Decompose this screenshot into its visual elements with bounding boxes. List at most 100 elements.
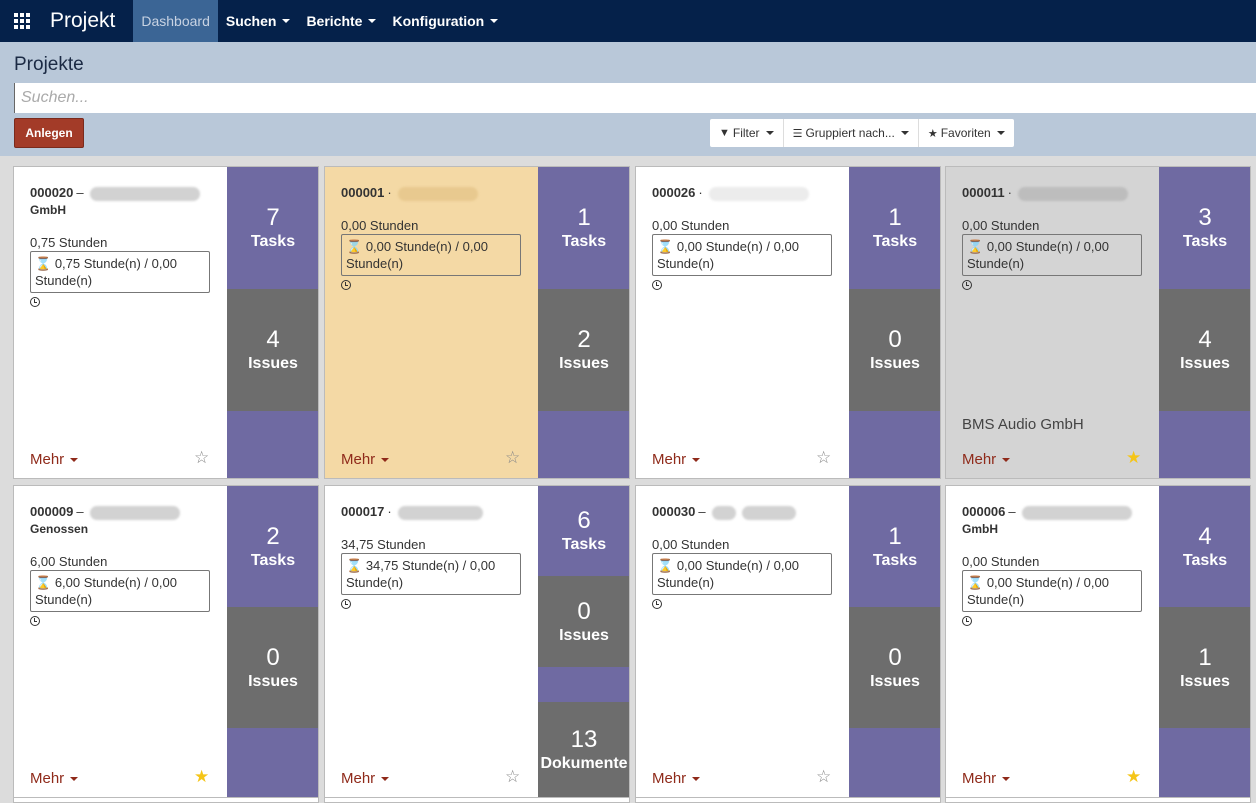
issues-count: 4 [266, 326, 280, 353]
nav-dashboard[interactable]: Dashboard [133, 0, 218, 42]
nav-suchen[interactable]: Suchen [218, 0, 299, 42]
documents-stat[interactable]: 13 Dokumente [538, 702, 629, 797]
more-dropdown[interactable]: Mehr [30, 451, 79, 468]
project-card[interactable]: 000009– Genossen 6,00 Stunden ⌛ 6,00 Stu… [13, 485, 319, 798]
favorite-star-icon[interactable]: ★ [1126, 768, 1141, 786]
favorite-star-icon[interactable]: ☆ [194, 449, 209, 467]
tasks-stat[interactable]: 2 Tasks [227, 486, 318, 607]
create-button[interactable]: Anlegen [14, 118, 84, 148]
card-stats: 1 Tasks 0 Issues [849, 167, 940, 478]
project-card[interactable]: 000011 · 0,00 Stunden ⌛ 0,00 Stunde(n) / … [945, 166, 1251, 479]
hours-box: ⌛ 0,00 Stunde(n) / 0,00 Stunde(n) [962, 570, 1142, 612]
favorite-star-icon[interactable]: ☆ [816, 768, 831, 786]
more-label: Mehr [341, 451, 376, 468]
favorite-star-icon[interactable]: ★ [1126, 449, 1141, 467]
issues-stat[interactable]: 2 Issues [538, 289, 629, 411]
filter-dropdown[interactable]: ▼ Filter [710, 119, 784, 147]
favorites-dropdown[interactable]: ★ Favoriten [919, 119, 1014, 147]
filter-label: Filter [732, 126, 760, 140]
tasks-count: 4 [1198, 522, 1212, 550]
hours-box-line2: Stunde(n) [967, 592, 1025, 607]
project-code: 000006– [962, 504, 1132, 520]
card-stats: 3 Tasks 4 Issues [1159, 167, 1250, 478]
more-dropdown[interactable]: Mehr [341, 451, 390, 468]
more-dropdown[interactable]: Mehr [962, 770, 1011, 787]
favorite-star-icon[interactable]: ★ [194, 768, 209, 786]
project-card[interactable]: 000017 · 34,75 Stunden ⌛ 34,75 Stunde(n) … [324, 485, 630, 798]
redacted-name [1018, 186, 1129, 201]
nav-berichte[interactable]: Berichte [298, 0, 384, 42]
search-input[interactable] [14, 83, 1256, 113]
project-code: 000017 · [341, 504, 483, 520]
issues-stat[interactable]: 4 Issues [1159, 289, 1250, 411]
issues-stat[interactable]: 0 Issues [849, 607, 940, 728]
issues-label: Issues [1180, 672, 1230, 690]
project-card[interactable]: 000026 · 0,00 Stunden ⌛ 0,00 Stunde(n) / … [635, 166, 941, 479]
more-dropdown[interactable]: Mehr [30, 770, 79, 787]
apps-menu-icon[interactable] [4, 0, 40, 42]
redacted-name [397, 505, 483, 520]
more-dropdown[interactable]: Mehr [652, 451, 701, 468]
tasks-count: 6 [577, 507, 591, 534]
project-card-partial[interactable] [635, 797, 941, 803]
hours-box: ⌛ 0,00 Stunde(n) / 0,00 Stunde(n) [962, 234, 1142, 276]
issues-stat[interactable]: 1 Issues [1159, 607, 1250, 728]
code-separator: – [698, 504, 706, 519]
project-card-partial[interactable] [324, 797, 630, 803]
project-card[interactable]: 000001 · 0,00 Stunden ⌛ 0,00 Stunde(n) / … [324, 166, 630, 479]
clock-icon [962, 616, 972, 626]
tasks-stat[interactable]: 3 Tasks [1159, 167, 1250, 289]
issues-stat[interactable]: 0 Issues [849, 289, 940, 411]
tasks-stat[interactable]: 4 Tasks [1159, 486, 1250, 607]
issues-stat[interactable]: 0 Issues [227, 607, 318, 728]
clock-icon [652, 280, 662, 290]
tasks-stat[interactable]: 6 Tasks [538, 486, 629, 576]
project-code: 000009– [30, 504, 180, 520]
caret-down-icon [70, 458, 79, 463]
project-code-text: 000030 [652, 504, 696, 519]
project-code: 000026 · [652, 185, 809, 201]
more-dropdown[interactable]: Mehr [652, 770, 701, 787]
caret-down-icon [381, 777, 390, 782]
favorite-star-icon[interactable]: ☆ [816, 449, 831, 467]
favorite-star-icon[interactable]: ☆ [505, 768, 520, 786]
hours-box: ⌛ 6,00 Stunde(n) / 0,00 Stunde(n) [30, 570, 210, 612]
caret-down-icon [900, 131, 909, 135]
issues-label: Issues [559, 626, 609, 644]
nav-berichte-label: Berichte [306, 13, 363, 29]
issues-stat[interactable]: 4 Issues [227, 289, 318, 411]
card-stats: 7 Tasks 4 Issues [227, 167, 318, 478]
nav-konfiguration[interactable]: Konfiguration [384, 0, 506, 42]
project-card[interactable]: 000020– GmbH 0,75 Stunden ⌛ 0,75 Stunde(… [13, 166, 319, 479]
project-card-partial[interactable] [945, 797, 1251, 803]
code-separator: · [1007, 185, 1013, 200]
more-dropdown[interactable]: Mehr [341, 770, 390, 787]
clock-icon [341, 280, 351, 290]
tasks-stat[interactable]: 1 Tasks [849, 486, 940, 607]
card-body: 000001 · 0,00 Stunden ⌛ 0,00 Stunde(n) / … [325, 167, 538, 478]
group-by-dropdown[interactable]: ☰ Gruppiert nach... [784, 119, 919, 147]
tasks-stat[interactable]: 7 Tasks [227, 167, 318, 289]
issues-stat[interactable]: 0 Issues [538, 576, 629, 667]
caret-down-icon [996, 131, 1005, 135]
hours-box: ⌛ 0,00 Stunde(n) / 0,00 Stunde(n) [341, 234, 521, 276]
tasks-stat[interactable]: 1 Tasks [538, 167, 629, 289]
hours-box-line2: Stunde(n) [35, 273, 93, 288]
search-options: ▼ Filter ☰ Gruppiert nach... ★ Favoriten [710, 119, 1014, 147]
project-card-partial[interactable] [13, 797, 319, 803]
tasks-label: Tasks [872, 233, 918, 250]
favorite-star-icon[interactable]: ☆ [505, 449, 520, 467]
issues-count: 4 [1198, 326, 1212, 353]
stat-spacer [538, 667, 629, 702]
issues-count: 0 [577, 597, 591, 625]
project-card[interactable]: 000030– 0,00 Stunden ⌛ 0,00 Stunde(n) / … [635, 485, 941, 798]
documents-label: Dokumente [540, 754, 628, 772]
tasks-stat[interactable]: 1 Tasks [849, 167, 940, 289]
card-stats: 6 Tasks 0 Issues 13 Dokumente [538, 486, 629, 797]
hours-box: ⌛ 0,00 Stunde(n) / 0,00 Stunde(n) [652, 553, 832, 595]
tasks-label: Tasks [250, 551, 296, 569]
more-dropdown[interactable]: Mehr [962, 451, 1011, 468]
redacted-name [89, 505, 180, 520]
project-card[interactable]: 000006– GmbH 0,00 Stunden ⌛ 0,00 Stunde(… [945, 485, 1251, 798]
project-code: 000011 · [962, 185, 1129, 201]
